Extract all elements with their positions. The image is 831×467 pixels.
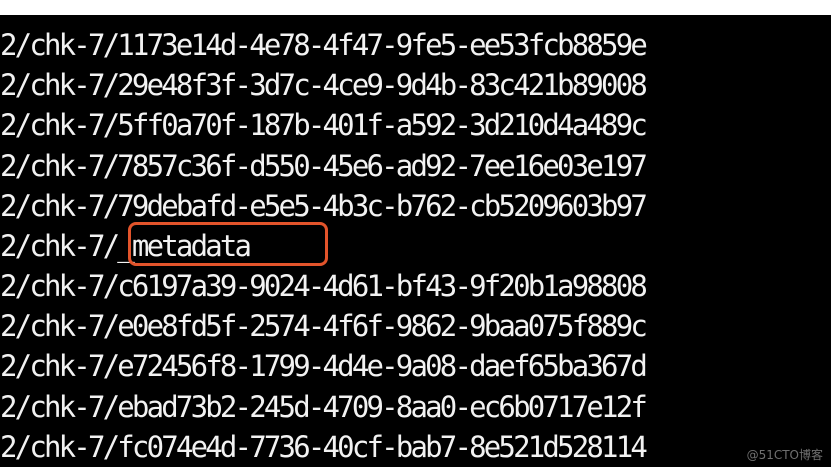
watermark: @51CTO博客 <box>746 448 823 462</box>
terminal-line: 2/chk-7/1173e14d-4e78-4f47-9fe5-ee53fcb8… <box>0 28 648 62</box>
terminal-line: 2/chk-7/ebad73b2-245d-4709-8aa0-ec6b0717… <box>0 390 648 424</box>
screenshot-frame: 2/chk-7/1173e14d-4e78-4f47-9fe5-ee53fcb8… <box>0 0 831 467</box>
terminal-line: 2/chk-7/7857c36f-d550-45e6-ad92-7ee16e03… <box>0 149 648 183</box>
terminal-line: 2/chk-7/29e48f3f-3d7c-4ce9-9d4b-83c421b8… <box>0 68 648 102</box>
terminal-line: 2/chk-7/fc074e4d-7736-40cf-bab7-8e521d52… <box>0 430 648 464</box>
terminal-line: 2/chk-7/79debafd-e5e5-4b3c-b762-cb520960… <box>0 189 648 223</box>
terminal-line: 2/chk-7/c6197a39-9024-4d61-bf43-9f20b1a9… <box>0 269 648 303</box>
terminal-output: 2/chk-7/1173e14d-4e78-4f47-9fe5-ee53fcb8… <box>0 15 831 467</box>
terminal-line-metadata: 2/chk-7/_metadata <box>0 229 252 263</box>
terminal-line: 2/chk-7/e72456f8-1799-4d4e-9a08-daef65ba… <box>0 349 648 383</box>
terminal-line: 2/chk-7/e0e8fd5f-2574-4f6f-9862-9baa075f… <box>0 309 648 343</box>
terminal-line: 2/chk-7/5ff0a70f-187b-401f-a592-3d210d4a… <box>0 108 648 142</box>
